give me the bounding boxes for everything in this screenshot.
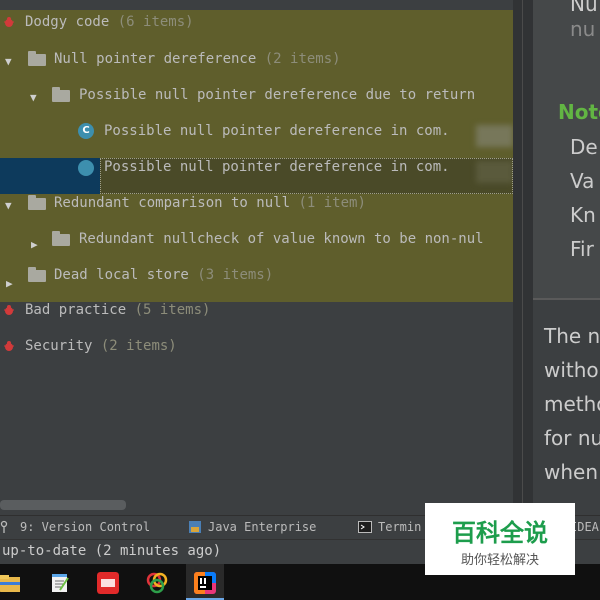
terminal-tab[interactable]: Termin [358, 520, 421, 534]
tree-item-null-deref-in-com-1[interactable]: C Possible null pointer dereference in c… [0, 113, 513, 149]
details-line: nu [570, 17, 596, 41]
horizontal-scrollbar-thumb[interactable] [0, 500, 126, 510]
description-line: witho [544, 358, 599, 382]
tree-item-redundant-nullcheck[interactable]: ▶ Redundant nullcheck of value known to … [0, 221, 513, 257]
browser-icon[interactable] [146, 572, 168, 594]
file-explorer-icon[interactable] [0, 572, 22, 594]
tree-item-bad-practice[interactable]: Bad practice (5 items) [0, 292, 513, 328]
splitter-line [522, 0, 523, 515]
watermark-logo: 百科全说 助你轻松解决 [425, 503, 575, 575]
note-item: Kn [570, 203, 596, 227]
watermark-title: 百科全说 [452, 519, 548, 547]
folder-icon [52, 231, 70, 246]
folder-icon [28, 267, 46, 282]
chevron-down-icon[interactable]: ▼ [30, 80, 37, 116]
folder-icon [28, 51, 46, 66]
tree-item-redundant-comparison[interactable]: ▼ Redundant comparison to null (1 item) [0, 185, 513, 221]
bug-icon [4, 341, 14, 351]
version-control-label: 9: Version Control [20, 520, 151, 534]
bug-details-panel: Nu nu Note De Va Kn Fir The n witho meth… [533, 0, 600, 515]
tree-item-count: (3 items) [197, 267, 274, 283]
bug-icon [4, 17, 14, 27]
chevron-down-icon[interactable]: ▼ [5, 44, 12, 80]
tree-item-count: (5 items) [134, 302, 211, 318]
folder-icon [52, 87, 70, 102]
version-control-icon [0, 520, 8, 533]
tree-item-label: Possible null pointer dereference in com… [104, 123, 450, 139]
tree-item-label: Possible null pointer dereference due to… [79, 87, 476, 103]
java-enterprise-icon [189, 521, 201, 533]
folder-icon [28, 195, 46, 210]
watermark-subtitle: 助你轻松解决 [460, 553, 539, 568]
note-item: Fir [570, 237, 594, 261]
tree-item-count: (2 items) [100, 338, 177, 354]
status-text: up-to-date (2 minutes ago) [2, 543, 222, 559]
tree-item-label: Bad practice [25, 302, 127, 318]
tree-item-null-deref-due-to-return[interactable]: ▼ Possible null pointer dereference due … [0, 77, 513, 113]
description-line: The n [544, 324, 600, 348]
details-separator [533, 298, 600, 300]
tree-item-label: Security [25, 338, 93, 354]
panel-splitter[interactable] [513, 0, 533, 515]
note-item: De [570, 135, 598, 159]
tree-item-count: (6 items) [117, 14, 194, 30]
tree-item-security[interactable]: Security (2 items) [0, 328, 513, 364]
tree-item-label: Dodgy code [25, 14, 110, 30]
version-control-tab[interactable]: 9: Version Control [0, 520, 150, 534]
notepad-icon[interactable] [49, 572, 71, 594]
redacted-text [476, 125, 513, 147]
description-line: for nu [544, 426, 600, 450]
java-enterprise-label: Java Enterprise [208, 520, 317, 534]
note-item: Va [570, 169, 595, 193]
tree-item-label: Dead local store [54, 267, 189, 283]
description-line: when [544, 460, 599, 484]
tree-item-dodgy-code[interactable]: Dodgy code (6 items) [0, 4, 513, 40]
tree-item-null-pointer-dereference[interactable]: ▼ Null pointer dereference (2 items) [0, 41, 513, 77]
class-icon [78, 160, 94, 176]
chevron-down-icon[interactable]: ▼ [5, 188, 12, 224]
description-line: metho [544, 392, 600, 416]
youdao-dictionary-icon[interactable] [97, 572, 119, 594]
tree-item-label: Null pointer dereference [54, 51, 257, 67]
tree-item-count: (2 items) [264, 51, 341, 67]
terminal-label: Termin [378, 520, 422, 534]
java-enterprise-tab[interactable]: Java Enterprise [188, 520, 316, 534]
intellij-idea-icon[interactable] [194, 572, 216, 594]
tree-item-label: Redundant comparison to null [54, 195, 291, 211]
tree-item-count: (1 item) [298, 195, 366, 211]
notes-heading: Note [558, 100, 600, 124]
tree-item-label: Redundant nullcheck of value known to be… [79, 231, 484, 247]
class-icon: C [78, 123, 94, 139]
details-line: Nu [570, 0, 598, 16]
terminal-icon [358, 521, 372, 533]
tree-item-dead-local-store[interactable]: ▶ Dead local store (3 items) [0, 257, 513, 293]
bug-icon [4, 305, 14, 315]
problems-tree-panel: Dodgy code (6 items) ▼ Null pointer dere… [0, 0, 513, 515]
